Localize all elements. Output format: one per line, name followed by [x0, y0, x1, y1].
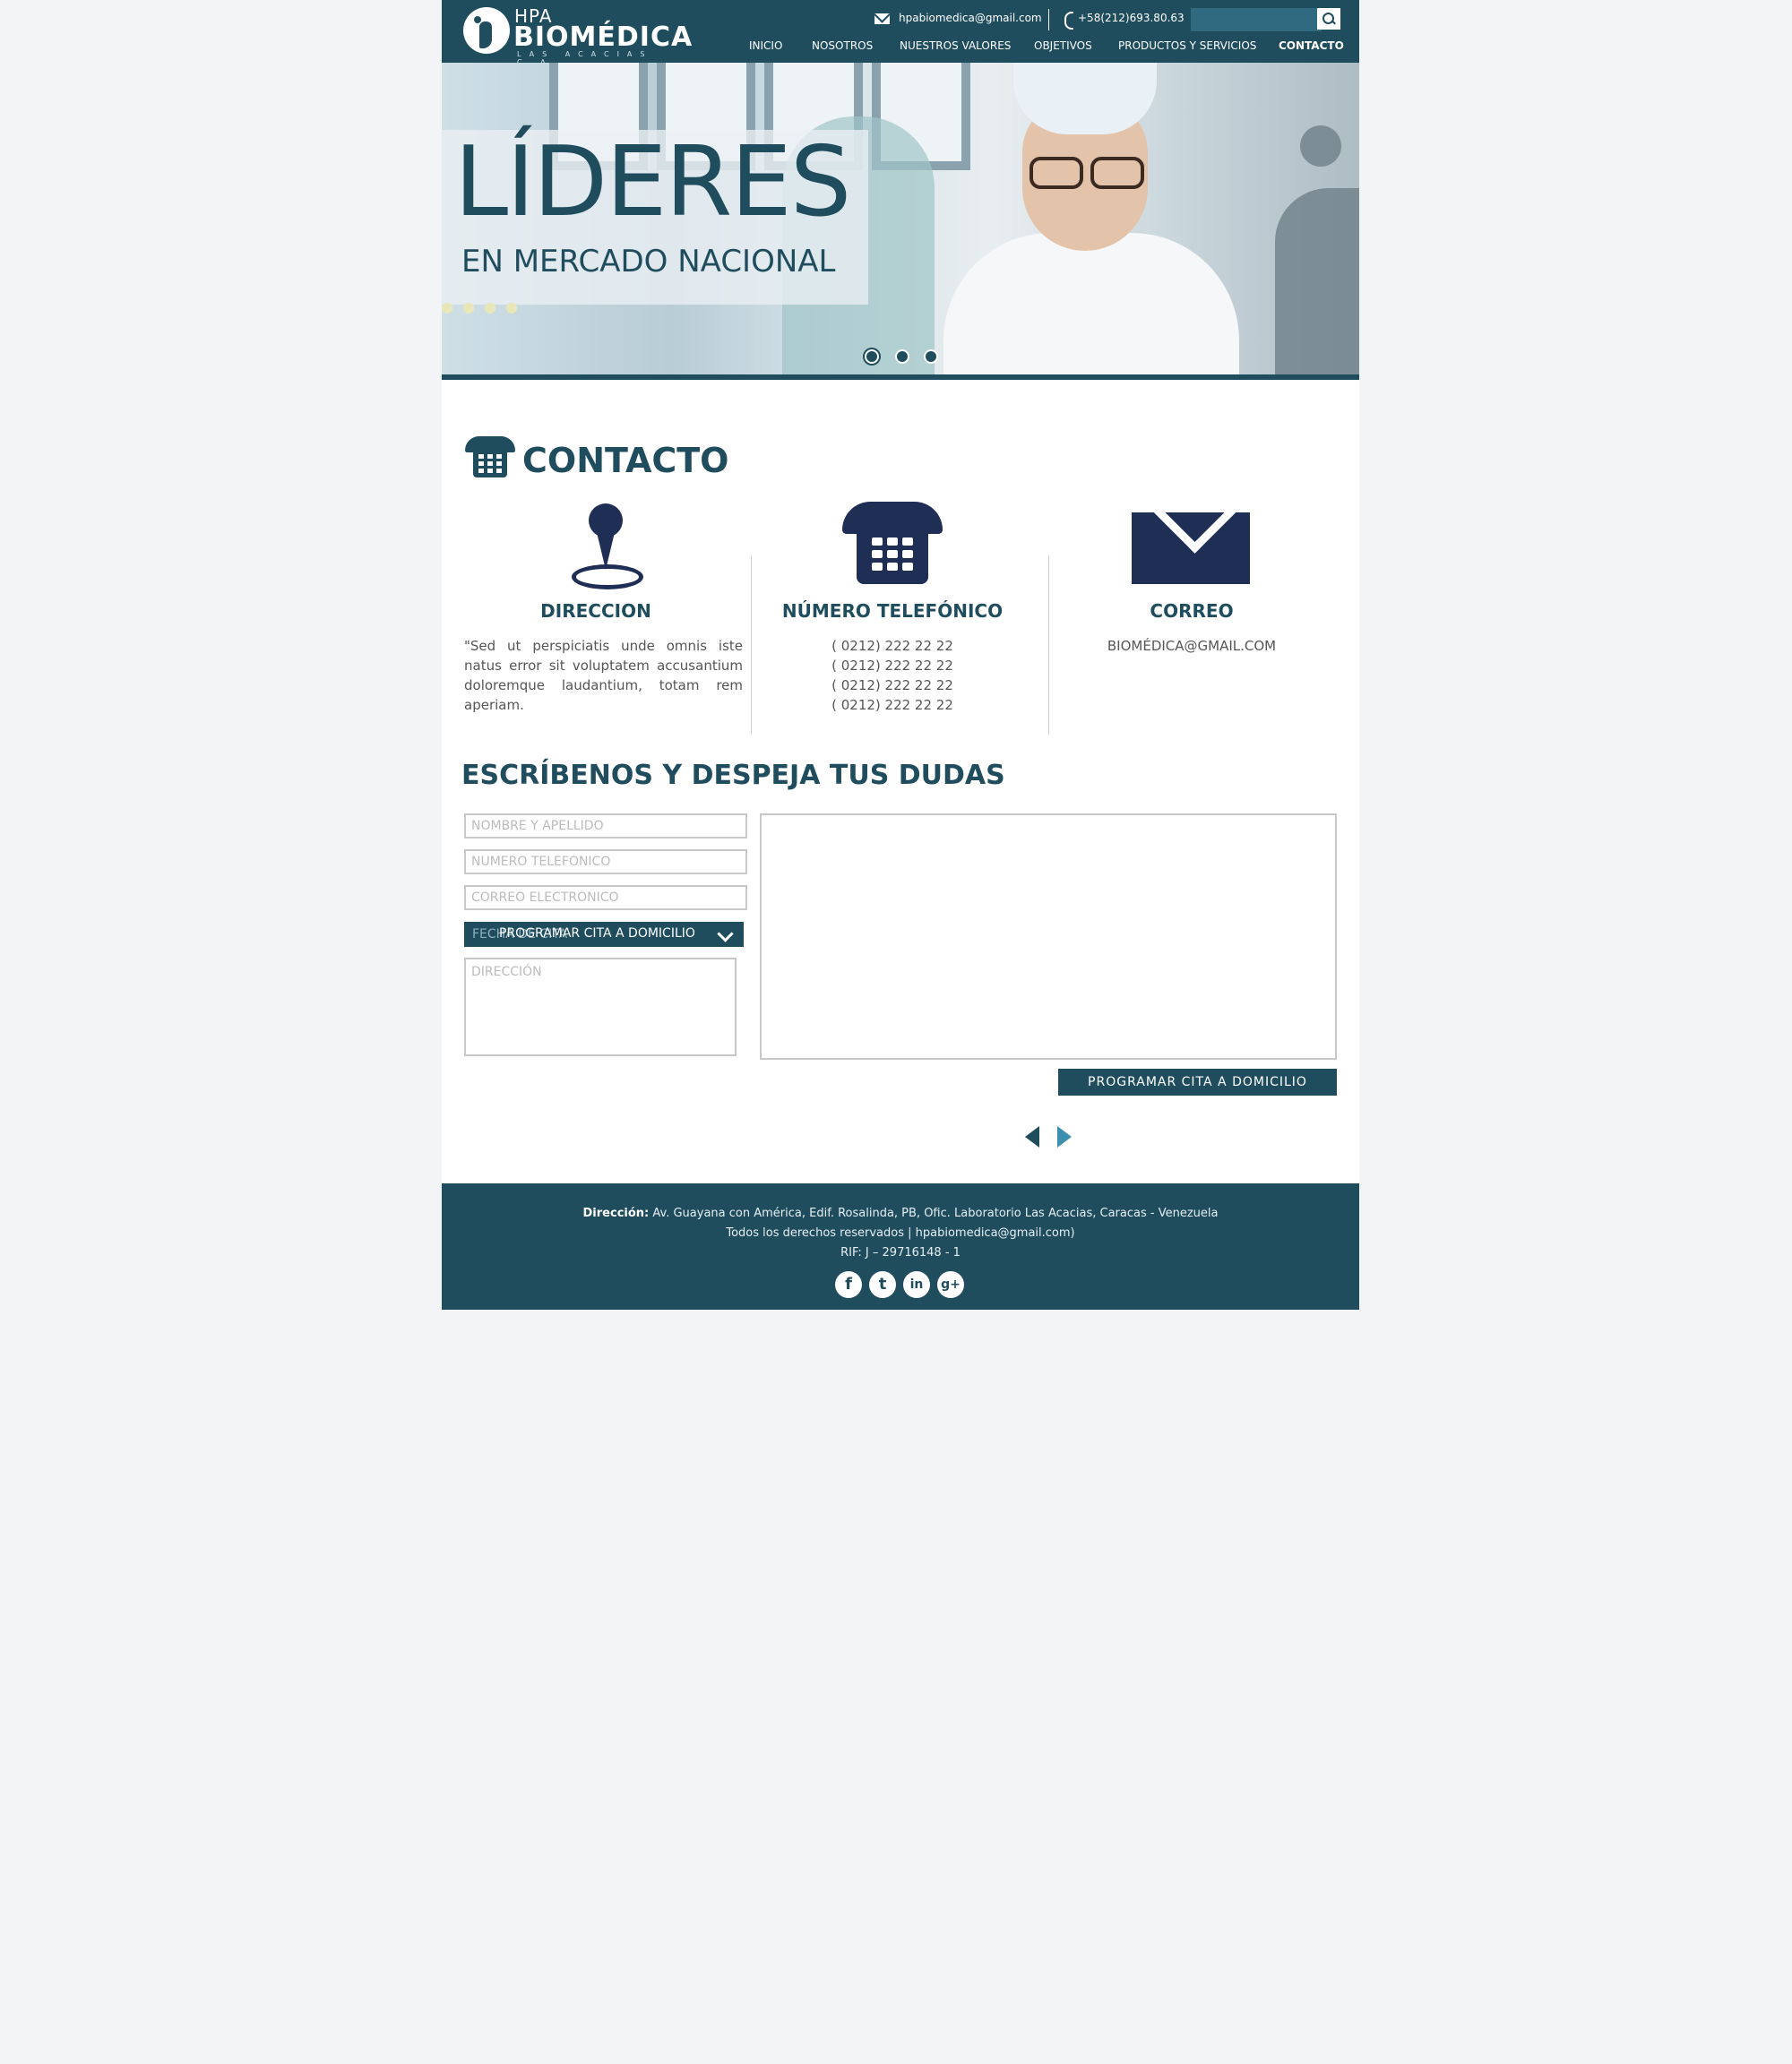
- phone-number: ( 0212) 222 22 22: [831, 677, 953, 693]
- facebook-icon[interactable]: f: [835, 1271, 862, 1298]
- envelope-icon: [1132, 512, 1250, 584]
- address-title: DIRECCION: [540, 600, 651, 622]
- linkedin-icon[interactable]: in: [903, 1271, 930, 1298]
- hero-banner: LÍDERES EN MERCADO NACIONAL: [442, 63, 1359, 374]
- telephone-icon: [842, 502, 943, 588]
- name-field[interactable]: [464, 813, 747, 838]
- logo[interactable]: HPA BIOMÉDICA LAS ACACIAS C.A: [463, 5, 692, 66]
- mail-text[interactable]: BIOMÉDICA@GMAIL.COM: [1051, 636, 1332, 656]
- phone-column: NÚMERO TELEFÓNICO ( 0212) 222 22 22 ( 02…: [752, 502, 1033, 735]
- hero-subtitle: EN MERCADO NACIONAL: [461, 244, 836, 280]
- address-text: "Sed ut perspiciatis unde omnis iste nat…: [464, 638, 743, 713]
- submit-button[interactable]: PROGRAMAR CITA A DOMICILIO: [1058, 1069, 1337, 1096]
- page: HPA BIOMÉDICA LAS ACACIAS C.A hpabiomedi…: [442, 0, 1359, 1310]
- address-column: DIRECCION "Sed ut perspiciatis unde omni…: [464, 502, 745, 735]
- phone-field[interactable]: [464, 849, 747, 874]
- google-plus-icon[interactable]: g+: [937, 1271, 964, 1298]
- appointment-select[interactable]: FECHA DE CITA PROGRAMAR CITA A DOMICILIO: [464, 922, 744, 947]
- mail-column: CORREO BIOMÉDICA@GMAIL.COM: [1051, 502, 1332, 735]
- form-title: ESCRÍBENOS Y DESPEJA TUS DUDAS: [461, 760, 1005, 791]
- nav-item-productos[interactable]: PRODUCTOS Y SERVICIOS: [1118, 39, 1256, 52]
- phone-icon: [1064, 12, 1073, 30]
- message-field[interactable]: [760, 813, 1337, 1060]
- slider-dot-1[interactable]: [865, 349, 879, 364]
- hero-nurse-glasses: [1030, 157, 1144, 189]
- header-email[interactable]: hpabiomedica@gmail.com: [899, 12, 1042, 24]
- contact-title: CONTACTO: [522, 441, 729, 480]
- phone-number: ( 0212) 222 22 22: [831, 638, 953, 654]
- hero-nurse-cap: [1013, 63, 1157, 134]
- hero-swoosh-decoration: [1275, 188, 1359, 374]
- nav-item-objetivos[interactable]: OBJETIVOS: [1034, 39, 1092, 52]
- hero-dot-decoration: [1300, 125, 1341, 167]
- phone-title: NÚMERO TELEFÓNICO: [781, 600, 1004, 622]
- search-icon[interactable]: [1317, 8, 1340, 30]
- nav-item-contacto[interactable]: CONTACTO: [1279, 39, 1344, 52]
- prev-arrow-icon[interactable]: [1025, 1126, 1039, 1148]
- nav-item-inicio[interactable]: INICIO: [749, 39, 782, 52]
- site-footer: Dirección: Av. Guayana con América, Edif…: [442, 1183, 1359, 1310]
- footer-address-label: Dirección:: [582, 1207, 650, 1220]
- header-divider: [1048, 9, 1049, 30]
- chevron-down-icon: [717, 925, 734, 942]
- hero-bottom-bar: [442, 374, 1359, 380]
- slider-dot-2[interactable]: [895, 349, 909, 364]
- footer-rights: Todos los derechos reservados | hpabiome…: [726, 1226, 1075, 1240]
- mail-icon: [874, 13, 890, 24]
- search-input[interactable]: [1191, 8, 1322, 31]
- next-arrow-icon[interactable]: [1057, 1126, 1072, 1148]
- nav-item-valores[interactable]: NUESTROS VALORES: [900, 39, 1011, 52]
- column-divider: [1048, 555, 1049, 735]
- footer-rif: RIF: J – 29716148 - 1: [840, 1246, 961, 1260]
- twitter-icon[interactable]: t: [869, 1271, 896, 1298]
- logo-name: BIOMÉDICA: [513, 22, 694, 53]
- address-field[interactable]: [464, 958, 737, 1056]
- email-field[interactable]: [464, 885, 747, 910]
- header-phone[interactable]: +58(212)693.80.63: [1078, 12, 1185, 24]
- footer-address-text: Av. Guayana con América, Edif. Rosalinda…: [652, 1207, 1219, 1220]
- hero-nurse-body: [943, 233, 1239, 374]
- map-pin-icon: [570, 502, 643, 589]
- telephone-icon: [465, 436, 515, 479]
- slider-dot-3[interactable]: [924, 349, 938, 364]
- phone-number: ( 0212) 222 22 22: [831, 658, 953, 674]
- mail-title: CORREO: [1150, 600, 1234, 622]
- logo-mark-icon: [463, 7, 510, 54]
- nav-item-nosotros[interactable]: NOSOTROS: [812, 39, 873, 52]
- phone-number: ( 0212) 222 22 22: [831, 697, 953, 713]
- site-header: HPA BIOMÉDICA LAS ACACIAS C.A hpabiomedi…: [442, 0, 1359, 66]
- phone-list: ( 0212) 222 22 22 ( 0212) 222 22 22 ( 02…: [752, 636, 1033, 715]
- select-label: PROGRAMAR CITA A DOMICILIO: [499, 926, 695, 941]
- hero-title: LÍDERES: [454, 126, 851, 238]
- footer-address: Dirección: Av. Guayana con América, Edif…: [442, 1207, 1359, 1220]
